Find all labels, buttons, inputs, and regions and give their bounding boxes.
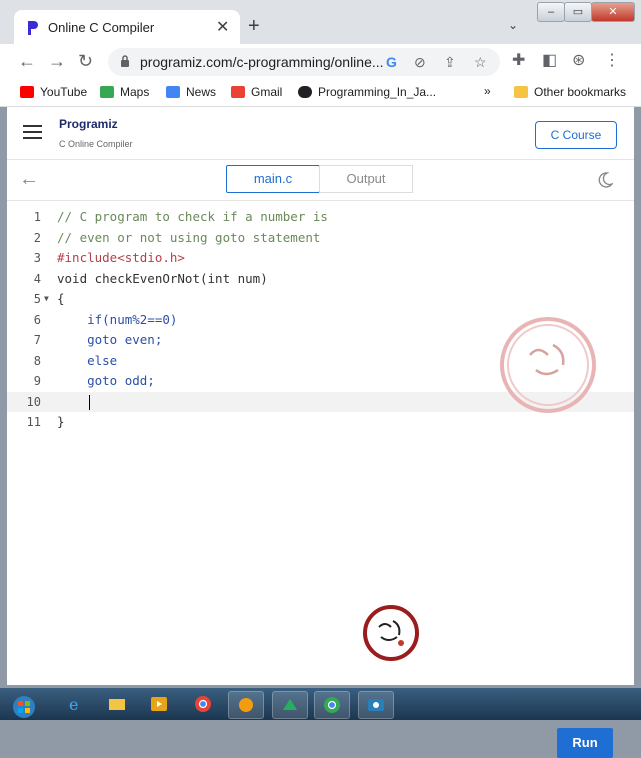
forward-icon[interactable]: → <box>48 52 66 70</box>
maps-icon <box>100 85 114 98</box>
internet-explorer-icon: e <box>69 695 78 713</box>
window-close-icon[interactable]: ✕ <box>591 2 635 22</box>
start-button[interactable] <box>4 691 40 718</box>
profile-icon[interactable]: ⊛ <box>572 52 585 70</box>
taskbar-explorer[interactable] <box>100 691 134 717</box>
windows-start-icon <box>13 696 35 718</box>
media-player-icon <box>151 697 167 711</box>
orange-app-icon <box>239 698 253 712</box>
code-line: 4 void checkEvenOrNot(int num) <box>33 270 268 286</box>
folder-icon <box>514 85 528 98</box>
bookmark-news[interactable]: News <box>166 84 216 102</box>
reload-icon[interactable]: ↻ <box>78 52 93 70</box>
tab-title: Online C Compiler <box>48 20 155 35</box>
code-line: 11} <box>26 414 65 429</box>
windows-taskbar: e <box>0 688 641 720</box>
maximize-icon[interactable]: ▭ <box>564 2 592 22</box>
bookmarks-bar: YouTube Maps News Gmail Programming_In_J… <box>0 80 641 107</box>
news-icon <box>166 85 180 98</box>
bookmark-programming[interactable]: Programming_In_Ja... <box>298 84 436 102</box>
google-lens-icon[interactable]: G <box>386 54 397 70</box>
c-course-button[interactable]: C Course <box>535 121 617 149</box>
hamburger-menu-icon[interactable] <box>23 125 42 139</box>
back-arrow-icon[interactable]: ← <box>19 168 39 191</box>
code-line: 3 #include<stdio.h> <box>33 250 185 265</box>
taskbar-app-green[interactable] <box>272 691 308 719</box>
taskbar-media[interactable] <box>142 691 176 717</box>
new-tab-icon[interactable]: + <box>248 16 260 36</box>
back-icon[interactable]: ← <box>18 52 36 70</box>
bookmark-other[interactable]: Other bookmarks <box>514 84 626 102</box>
tab-close-icon[interactable]: ✕ <box>216 17 229 37</box>
programiz-favicon-icon <box>28 21 38 35</box>
dark-mode-icon[interactable] <box>597 172 613 188</box>
youtube-icon <box>20 85 34 98</box>
address-bar[interactable]: programiz.com/c-programming/online... G … <box>108 48 500 76</box>
side-panel-icon[interactable]: ◧ <box>542 52 557 70</box>
browser-toolbar: ← → ↻ programiz.com/c-programming/online… <box>0 44 641 80</box>
tab-main-c[interactable]: main.c <box>226 165 320 193</box>
taskbar-chrome[interactable] <box>186 691 220 717</box>
tab-search-icon[interactable]: ⌄ <box>508 18 518 32</box>
watermark-logo-icon <box>500 317 596 413</box>
editor-toolbar: ← main.c Output <box>7 160 634 201</box>
bookmark-maps[interactable]: Maps <box>100 84 149 102</box>
taskbar-chrome-active[interactable] <box>314 691 350 719</box>
taskbar-screen-recorder[interactable] <box>358 691 394 719</box>
code-line: 5 ▼{ <box>7 289 634 310</box>
url-text: programiz.com/c-programming/online... <box>140 54 384 70</box>
green-app-icon <box>283 699 297 710</box>
extensions-icon[interactable]: ✚ <box>512 52 525 70</box>
file-explorer-icon <box>109 699 125 710</box>
eye-off-icon[interactable]: ⊘ <box>414 54 426 71</box>
gmail-icon <box>231 85 245 98</box>
svg-text:e: e <box>69 695 78 713</box>
code-line: 2// even or not using goto statement <box>33 229 321 245</box>
taskbar-ie[interactable]: e <box>58 691 92 717</box>
lock-icon <box>121 55 129 67</box>
channel-logo-icon <box>363 605 419 661</box>
run-button[interactable]: Run <box>557 728 613 758</box>
bookmark-star-icon[interactable]: ☆ <box>474 54 487 71</box>
site-header: Programiz C Online Compiler C Course <box>7 107 634 160</box>
code-line: 1// C program to check if a number is <box>33 209 328 224</box>
bookmark-gmail[interactable]: Gmail <box>231 84 282 102</box>
fold-arrow-icon[interactable]: ▼ <box>44 289 49 310</box>
code-editor[interactable]: 1// C program to check if a number is 2/… <box>7 201 634 758</box>
programiz-logo[interactable]: Programiz <box>59 117 118 131</box>
minimize-icon[interactable]: – <box>537 2 565 22</box>
screen-recorder-icon <box>368 699 384 711</box>
compiler-subtitle: C Online Compiler <box>59 139 133 149</box>
browser-tab-strip: Online C Compiler ✕ + ⌄ – ▭ ✕ <box>0 0 641 44</box>
taskbar-app-orange[interactable] <box>228 691 264 719</box>
window-controls: – ▭ ✕ <box>537 2 635 22</box>
browser-tab[interactable]: Online C Compiler ✕ <box>14 10 240 44</box>
bookmarks-overflow-icon[interactable]: » <box>484 84 491 102</box>
tab-output[interactable]: Output <box>319 165 413 193</box>
chrome-icon <box>195 696 211 712</box>
text-cursor <box>89 394 90 410</box>
chrome-icon <box>324 697 340 713</box>
programiz-page: Programiz C Online Compiler C Course ← m… <box>7 107 634 758</box>
menu-kebab-icon[interactable]: ⋮ <box>604 52 620 70</box>
share-icon[interactable]: ⇪ <box>444 54 456 71</box>
bookmark-youtube[interactable]: YouTube <box>20 84 87 102</box>
globe-icon <box>298 85 312 98</box>
